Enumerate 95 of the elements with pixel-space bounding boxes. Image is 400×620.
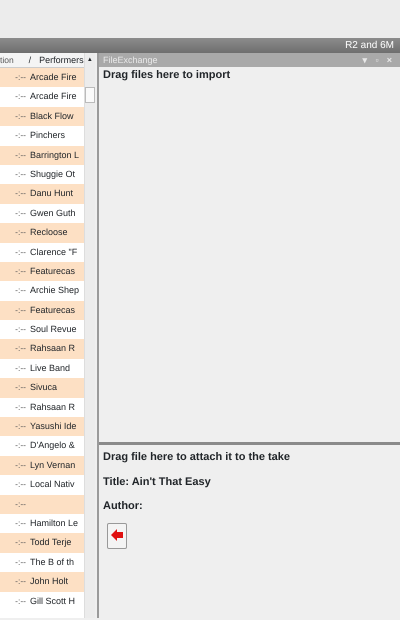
duration-text: -:-- bbox=[14, 536, 27, 550]
list-row[interactable]: -:-- Live Band bbox=[0, 358, 84, 378]
list-row[interactable]: -:-- Featurecas bbox=[0, 300, 84, 320]
performer-text: D'Angelo & bbox=[30, 439, 75, 452]
import-hint: Drag files here to import bbox=[103, 68, 232, 83]
list-row[interactable]: -:-- Recloose bbox=[0, 223, 84, 243]
duration-text: -:-- bbox=[14, 400, 27, 414]
duration-text: -:-- bbox=[14, 129, 27, 142]
list-row[interactable]: -:-- Gwen Guth bbox=[0, 204, 84, 224]
performer-text: Shuggie Ot bbox=[30, 168, 76, 181]
list-row[interactable]: -:-- Rahsaan R bbox=[0, 398, 84, 418]
performer-text: Barrington L bbox=[30, 148, 80, 162]
list-row[interactable]: -:-- Arcade Fire bbox=[0, 68, 84, 88]
list-row[interactable]: -:-- Lyn Vernan bbox=[0, 456, 84, 476]
attach-button[interactable] bbox=[107, 522, 127, 548]
performer-text: Gwen Guth bbox=[30, 206, 76, 220]
duration-text: -:-- bbox=[14, 90, 27, 104]
performer-text: Pinchers bbox=[30, 129, 66, 142]
arrow-left-icon bbox=[111, 529, 123, 542]
list-row[interactable]: -:-- Sivuca bbox=[0, 378, 84, 398]
performer-text: Sivuca bbox=[30, 381, 58, 394]
performer-text: Danu Hunt bbox=[30, 187, 74, 200]
duration-text: -:-- bbox=[14, 168, 27, 181]
list-row[interactable]: -:-- Barrington L bbox=[0, 146, 84, 165]
performer-text: Yasushi Ide bbox=[30, 420, 76, 434]
performer-text: Soul Revue bbox=[30, 323, 77, 336]
performer-text: John Holt bbox=[30, 575, 68, 588]
scroll-thumb[interactable] bbox=[84, 87, 95, 103]
performer-text: Live Band bbox=[30, 362, 70, 375]
duration-text: -:-- bbox=[14, 342, 27, 356]
duration-text: -:-- bbox=[14, 110, 27, 123]
performer-text: Black Flow bbox=[30, 110, 74, 123]
title-text: R2 and 6M bbox=[345, 39, 394, 53]
list-row[interactable]: -:-- Rahsaan R bbox=[0, 339, 84, 359]
sort-indicator: / bbox=[28, 54, 32, 67]
duration-text: -:-- bbox=[14, 226, 27, 240]
duration-text: -:-- bbox=[14, 264, 27, 278]
panel-title: FileExchange bbox=[103, 54, 159, 67]
list-row[interactable]: -:-- Arcade Fire bbox=[0, 87, 84, 107]
duration-text: -:-- bbox=[14, 71, 27, 84]
performer-text: Archie Shep bbox=[30, 284, 80, 298]
performer-text: Local Nativ bbox=[30, 478, 75, 492]
list-row[interactable]: -:-- Yasushi Ide bbox=[0, 417, 84, 436]
duration-text: -:-- bbox=[14, 148, 27, 162]
performer-text: Rahsaan R bbox=[30, 342, 76, 356]
performer-text: Clarence "F bbox=[30, 246, 78, 259]
duration-text: -:-- bbox=[14, 284, 27, 298]
column-header[interactable]: tion bbox=[0, 53, 25, 67]
duration-text: -:-- bbox=[14, 304, 27, 317]
list-row[interactable]: -:-- Archie Shep bbox=[0, 281, 84, 301]
performer-text: Arcade Fire bbox=[30, 90, 77, 104]
list-row[interactable]: -:-- Pinchers bbox=[0, 126, 84, 146]
duration-text: -:-- bbox=[14, 478, 27, 492]
attach-hint: Drag file here to attach it to the take bbox=[103, 450, 292, 465]
author-line: Author: bbox=[103, 499, 144, 514]
column-header[interactable]: Performers bbox=[35, 53, 84, 67]
duration-text: -:-- bbox=[14, 575, 27, 588]
duration-text: -:-- bbox=[14, 439, 27, 452]
duration-text: -:-- bbox=[14, 458, 27, 472]
duration-text: -:-- bbox=[14, 381, 27, 394]
list-row[interactable]: -:-- Todd Terje bbox=[0, 533, 84, 553]
performer-text: Arcade Fire bbox=[30, 71, 77, 84]
list-row[interactable]: -:-- Clarence "F bbox=[0, 242, 84, 262]
performer-text: Recloose bbox=[30, 226, 68, 240]
duration-text: -:-- bbox=[14, 362, 27, 375]
duration-text: -:-- bbox=[14, 187, 27, 200]
list-row[interactable]: -:-- Danu Hunt bbox=[0, 184, 84, 204]
title-line: Title: Ain't That Easy bbox=[103, 474, 212, 490]
performer-text: Featurecas bbox=[30, 264, 76, 278]
list-row[interactable]: -:-- Soul Revue bbox=[0, 320, 84, 340]
performer-text: Lyn Vernan bbox=[30, 458, 76, 472]
list-row[interactable]: -:-- bbox=[0, 494, 84, 514]
duration-text: -:-- bbox=[14, 556, 27, 569]
list-row[interactable]: -:-- Featurecas bbox=[0, 262, 84, 282]
duration-text: -:-- bbox=[14, 206, 27, 220]
list-row[interactable]: -:-- The B of th bbox=[0, 552, 84, 572]
performer-text: Hamilton Le bbox=[30, 516, 78, 530]
list-row[interactable]: -:-- Shuggie Ot bbox=[0, 164, 84, 184]
duration-text: -:-- bbox=[14, 420, 27, 434]
duration-text: -:-- bbox=[14, 323, 27, 336]
performer-text: Todd Terje bbox=[30, 536, 72, 550]
performer-text: Gill Scott H bbox=[30, 594, 76, 608]
performer-text: Rahsaan R bbox=[30, 400, 76, 414]
list-row[interactable]: -:-- John Holt bbox=[0, 572, 84, 592]
duration-text: -:-- bbox=[14, 246, 27, 259]
list-row[interactable]: -:-- Local Nativ bbox=[0, 475, 84, 495]
duration-text: -:-- bbox=[14, 516, 27, 530]
duration-text: -:-- bbox=[14, 498, 27, 511]
performer-text: The B of th bbox=[30, 556, 74, 569]
list-row[interactable]: -:-- Hamilton Le bbox=[0, 514, 84, 534]
list-row[interactable]: -:-- Gill Scott H bbox=[0, 592, 84, 611]
duration-text: -:-- bbox=[14, 594, 27, 608]
list-row[interactable]: -:-- Black Flow bbox=[0, 106, 84, 126]
list-row[interactable]: -:-- D'Angelo & bbox=[0, 436, 84, 456]
performer-text: Featurecas bbox=[30, 304, 76, 317]
